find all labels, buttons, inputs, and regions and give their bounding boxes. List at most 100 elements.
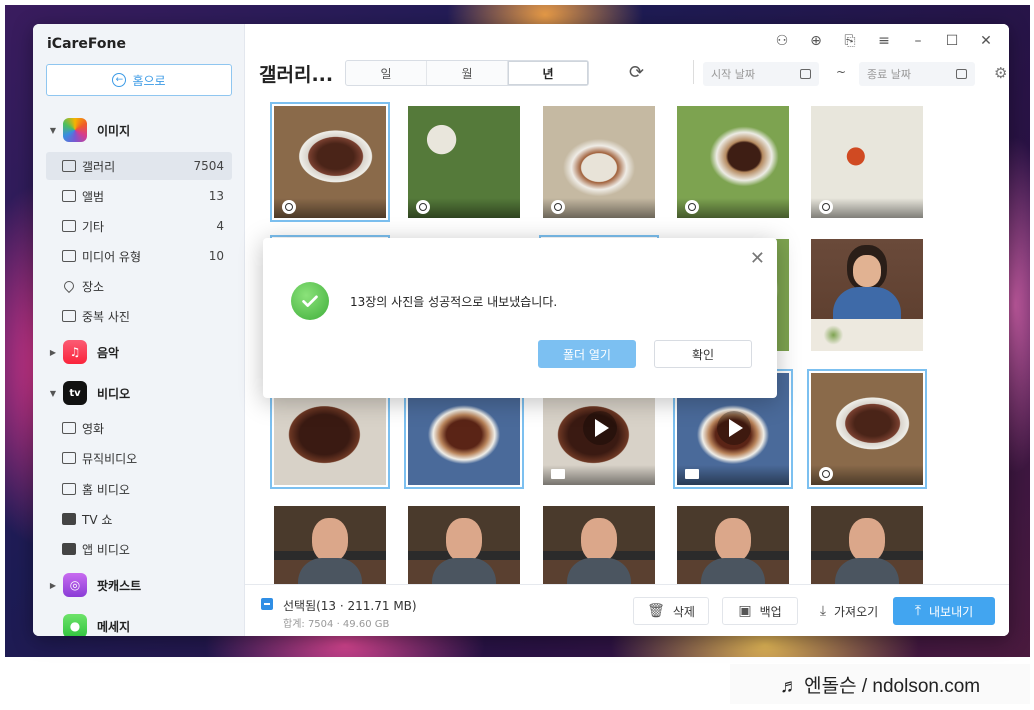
sidebar-item-app-videos[interactable]: 앱 비디오 [46,535,232,563]
camera-icon [416,200,430,214]
photo-thumbnail[interactable] [811,239,923,351]
tab-day[interactable]: 일 [346,61,427,85]
video-camera-icon [551,469,565,479]
maximize-icon[interactable]: ☐ [943,32,961,50]
sidebar-item-home-videos[interactable]: 홈 비디오 [46,475,232,503]
end-date-placeholder: 종료 날짜 [867,68,911,81]
camera-icon [685,200,699,214]
sidebar-category-label: 팟캐스트 [97,578,142,593]
photo-thumbnail[interactable] [543,106,655,218]
calendar-icon [956,69,967,79]
import-button[interactable]: ⤓ 가져오기 [810,597,888,625]
sidebar-item-gallery[interactable]: 갤러리 7504 [46,152,232,180]
end-date-input[interactable]: 종료 날짜 [859,62,975,86]
select-all-checkbox[interactable] [261,598,273,610]
sidebar-item-label: 미디어 유형 [82,249,142,264]
dialog-message: 13장의 사진을 성공적으로 내보냈습니다. [350,295,558,309]
download-icon[interactable]: ⊕ [807,32,825,50]
sidebar-item-label: 갤러리 [82,159,116,174]
messages-icon: ● [63,614,87,636]
backup-button[interactable]: ▣ 백업 [722,597,798,625]
movie-camera-icon [62,422,76,434]
window-controls: ⚇ ⊕ ⎘ ≡ – ☐ ✕ [773,32,995,50]
confirm-button[interactable]: 확인 [654,340,752,368]
export-icon: ⤒ [914,603,922,619]
start-date-input[interactable]: 시작 날짜 [703,62,819,86]
backup-label: 백업 [759,604,782,619]
delete-label: 삭제 [672,604,695,619]
menu-icon[interactable]: ≡ [875,32,893,50]
camera-icon [551,200,565,214]
calendar-icon [800,69,811,79]
sidebar-item-movies[interactable]: 영화 [46,414,232,442]
minimize-icon[interactable]: – [909,32,927,50]
app-title: iCareFone [47,36,126,52]
sidebar-category-label: 메세지 [97,619,131,634]
gear-icon[interactable]: ⚙ [994,64,1007,82]
photo-thumbnail[interactable] [677,106,789,218]
open-folder-button[interactable]: 폴더 열기 [538,340,636,368]
tv-icon: tv [63,381,87,405]
other-images-icon [62,220,76,232]
close-icon[interactable]: ✕ [750,248,765,269]
photo-thumbnail[interactable] [270,102,390,222]
bottom-action-bar: 선택됨(13 · 211.71 MB) 합계: 7504 · 49.60 GB … [245,584,1009,636]
sidebar-category-music[interactable]: ▶ ♫ 음악 [33,337,245,367]
music-video-icon [62,452,76,464]
music-icon: ♫ [63,340,87,364]
sidebar-item-count: 10 [208,249,224,263]
photo-thumbnail[interactable] [677,506,789,584]
photo-thumbnail[interactable] [807,369,927,489]
duplicate-photos-icon [62,310,76,322]
photo-thumbnail[interactable] [408,506,520,584]
import-icon: ⤓ [819,603,827,619]
sidebar-item-label: 홈 비디오 [82,482,130,497]
sidebar-category-messages[interactable]: ● 메세지 [33,611,245,636]
user-icon[interactable]: ⚇ [773,32,791,50]
sidebar-item-duplicates[interactable]: 중복 사진 [46,302,232,330]
photos-icon [63,118,87,142]
sidebar-item-tv-shows[interactable]: TV 쇼 [46,505,232,533]
home-button[interactable]: ← 홈으로 [46,64,232,96]
close-icon[interactable]: ✕ [977,32,995,50]
date-range-separator: ~ [836,65,847,79]
camera-icon [819,200,833,214]
photo-thumbnail[interactable] [274,506,386,584]
sidebar-item-label: 영화 [82,421,105,436]
export-label: 내보내기 [929,604,974,619]
sidebar-item-music-videos[interactable]: 뮤직비디오 [46,444,232,472]
play-icon [583,411,617,445]
video-camera-icon [62,543,76,555]
expand-down-icon: ▼ [49,125,57,135]
sidebar-item-other[interactable]: 기타 4 [46,212,232,240]
sidebar-item-count: 7504 [193,159,224,173]
sidebar-category-video[interactable]: ▼ tv 비디오 [33,378,245,408]
export-success-dialog: ✕ 13장의 사진을 성공적으로 내보냈습니다. 폴더 열기 확인 [263,238,777,398]
sidebar-item-label: 기타 [82,219,105,234]
export-button[interactable]: ⤒ 내보내기 [893,597,995,625]
delete-button[interactable]: 🗑 삭제 [633,597,709,625]
podcast-icon: ◎ [63,573,87,597]
media-type-icon [62,250,76,262]
start-date-placeholder: 시작 날짜 [711,68,755,81]
location-pin-icon [61,278,77,294]
sidebar-item-count: 13 [208,189,224,203]
tab-month[interactable]: 월 [427,61,508,85]
sidebar-item-label: TV 쇼 [82,512,113,527]
total-summary: 합계: 7504 · 49.60 GB [283,619,390,630]
photo-thumbnail[interactable] [811,106,923,218]
refresh-icon[interactable]: ⟳ [629,62,644,83]
sidebar-item-places[interactable]: 장소 [46,272,232,300]
feedback-icon[interactable]: ⎘ [841,32,859,50]
photo-thumbnail[interactable] [543,506,655,584]
back-arrow-icon: ← [112,73,127,87]
sidebar-category-podcasts[interactable]: ▶ ◎ 팟캐스트 [33,570,245,600]
photo-thumbnail[interactable] [408,106,520,218]
sidebar-item-media-type[interactable]: 미디어 유형 10 [46,242,232,270]
view-tabs: 일 월 년 [345,60,589,86]
tab-year[interactable]: 년 [508,61,588,85]
sidebar-category-images[interactable]: ▼ 이미지 [33,115,245,145]
photo-thumbnail[interactable] [811,506,923,584]
selection-summary: 선택됨(13 · 211.71 MB) [283,599,417,613]
sidebar-item-album[interactable]: 앨범 13 [46,182,232,210]
